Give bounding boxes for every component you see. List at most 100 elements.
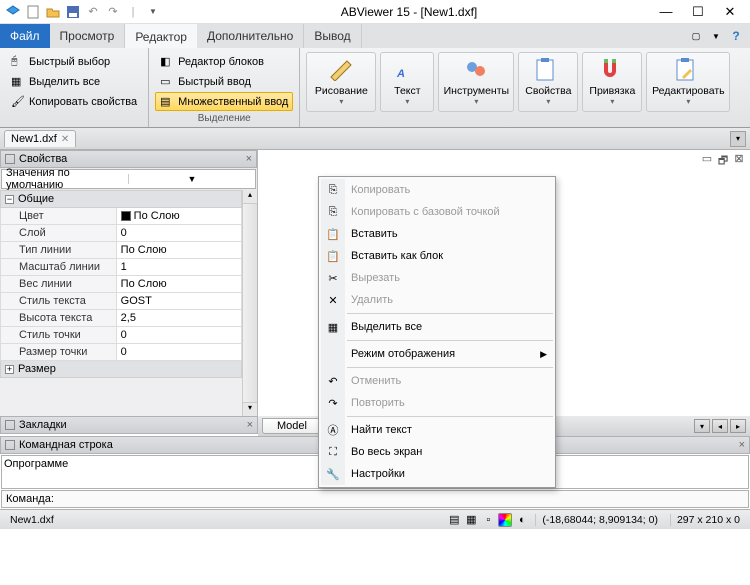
properties-panel-header[interactable]: Свойства × [0, 150, 257, 168]
status-color-icon[interactable] [498, 513, 512, 527]
combo-arrow-icon[interactable]: ▼ [128, 174, 255, 184]
prop-layer[interactable]: Слой0 [1, 225, 242, 242]
brush-icon: 🖌 [11, 95, 25, 109]
ctx-fullscreen[interactable]: ⛶Во весь экран [321, 441, 553, 463]
ctx-cut[interactable]: ✂Вырезать [321, 267, 553, 289]
canvas-max-icon[interactable]: 🗗 [716, 152, 730, 171]
edit-button[interactable]: Редактировать▾ [646, 52, 730, 112]
prop-lineweight[interactable]: Вес линииПо Слою [1, 276, 242, 293]
nav-dropdown-icon[interactable]: ▾ [694, 419, 710, 433]
prop-linetype[interactable]: Тип линииПо Слою [1, 242, 242, 259]
ctx-find-text[interactable]: ⒶНайти текст [321, 419, 553, 441]
expand-icon[interactable]: + [5, 365, 14, 374]
settings-icon: 🔧 [323, 466, 343, 482]
status-snap-icon[interactable]: ▫ [481, 513, 495, 527]
status-filename: New1.dxf [4, 514, 60, 526]
app-icon[interactable] [4, 3, 22, 21]
category-size[interactable]: +Размер [1, 361, 242, 378]
bookmarks-panel-header[interactable]: Закладки × [0, 416, 258, 434]
command-input[interactable] [58, 493, 748, 505]
save-icon[interactable] [64, 3, 82, 21]
ctx-redo[interactable]: ↷Повторить [321, 392, 553, 414]
properties-selector-combo[interactable]: Значения по умолчанию ▼ [1, 169, 256, 189]
ctx-settings[interactable]: 🔧Настройки [321, 463, 553, 485]
help-icon[interactable]: ? [728, 28, 744, 44]
quick-select-button[interactable]: 🖰Быстрый выбор [6, 52, 142, 71]
select-all-icon: ▦ [11, 75, 25, 89]
prop-pointstyle[interactable]: Стиль точки0 [1, 327, 242, 344]
ribbon-dd-icon[interactable]: ▼ [708, 28, 724, 44]
select-all-button[interactable]: ▦Выделить все [6, 72, 142, 91]
canvas-close-icon[interactable]: ⊠ [732, 152, 746, 171]
ribbon-min-icon[interactable]: ▢ [688, 28, 704, 44]
ctx-paste-block[interactable]: 📋Вставить как блок [321, 245, 553, 267]
ctx-delete[interactable]: ✕Удалить [321, 289, 553, 311]
properties-scrollbar[interactable]: ▴ ▾ [242, 190, 257, 416]
properties-selector-value: Значения по умолчанию [2, 167, 128, 191]
copy-props-button[interactable]: 🖌Копировать свойства [6, 92, 142, 111]
tab-dropdown-button[interactable]: ▾ [730, 131, 746, 147]
cut-icon: ✂ [323, 270, 343, 286]
close-button[interactable]: ✕ [716, 2, 744, 22]
prop-pointsize[interactable]: Размер точки0 [1, 344, 242, 361]
scroll-down-icon[interactable]: ▾ [243, 402, 257, 416]
props-button[interactable]: Свойства▾ [518, 52, 578, 112]
pencil-icon [327, 57, 355, 83]
multi-input-button[interactable]: ▤Множественный ввод [155, 92, 293, 111]
scroll-up-icon[interactable]: ▴ [243, 190, 257, 204]
redo-icon[interactable]: ↷ [104, 3, 122, 21]
text-a-icon: A [393, 57, 421, 83]
menu-extra[interactable]: Дополнительно [197, 24, 304, 48]
status-layers-icon[interactable]: ▤ [447, 513, 461, 527]
menu-editor[interactable]: Редактор [125, 24, 197, 48]
collapse-icon[interactable]: − [5, 195, 14, 204]
close-tab-icon[interactable]: ✕ [61, 134, 69, 145]
prop-linescale[interactable]: Масштаб линии1 [1, 259, 242, 276]
command-input-row: Команда: [1, 490, 749, 508]
status-dot-icon[interactable]: ◐ [515, 513, 529, 527]
maximize-button[interactable]: ☐ [684, 2, 712, 22]
cursor-select-icon: 🖰 [11, 55, 25, 69]
menu-view[interactable]: Просмотр [50, 24, 126, 48]
document-tab[interactable]: New1.dxf ✕ [4, 130, 76, 147]
prop-textheight[interactable]: Высота текста2,5 [1, 310, 242, 327]
properties-grid[interactable]: −Общие ЦветПо Слою Слой0 Тип линииПо Сло… [0, 190, 242, 416]
bookmarks-close-icon[interactable]: × [247, 419, 253, 431]
nav-next-icon[interactable]: ▸ [730, 419, 746, 433]
ctx-copy-base[interactable]: ⎘Копировать с базовой точкой [321, 201, 553, 223]
qat-dropdown-icon[interactable]: ▼ [144, 3, 162, 21]
ctx-select-all[interactable]: ▦Выделить все [321, 316, 553, 338]
clipboard-edit-icon [674, 57, 702, 83]
properties-close-icon[interactable]: × [246, 153, 252, 165]
category-general[interactable]: −Общие [1, 191, 242, 208]
prop-color[interactable]: ЦветПо Слою [1, 208, 242, 225]
model-tab[interactable]: Model [262, 418, 322, 434]
ctx-display-mode[interactable]: Режим отображения▶ [321, 343, 553, 365]
tools-button[interactable]: Инструменты▾ [438, 52, 514, 112]
commandline-close-icon[interactable]: × [739, 439, 745, 451]
nav-prev-icon[interactable]: ◂ [712, 419, 728, 433]
multi-input-icon: ▤ [160, 95, 174, 109]
canvas-restore-icon[interactable]: ▭ [700, 152, 714, 171]
quick-access-toolbar: ↶ ↷ | ▼ [0, 1, 166, 23]
context-menu: ⎘Копировать ⎘Копировать с базовой точкой… [318, 176, 556, 488]
ctx-undo[interactable]: ↶Отменить [321, 370, 553, 392]
quick-input-button[interactable]: ▭Быстрый ввод [155, 72, 293, 91]
delete-icon: ✕ [323, 292, 343, 308]
undo-icon[interactable]: ↶ [84, 3, 102, 21]
minimize-button[interactable]: ― [652, 2, 680, 22]
block-editor-button[interactable]: ◧Редактор блоков [155, 52, 293, 71]
snap-button[interactable]: Привязка▾ [582, 52, 642, 112]
draw-button[interactable]: Рисование▾ [306, 52, 376, 112]
ctx-copy[interactable]: ⎘Копировать [321, 179, 553, 201]
svg-text:A: A [396, 68, 405, 80]
text-button[interactable]: AТекст▾ [380, 52, 434, 112]
menu-file[interactable]: Файл [0, 24, 50, 48]
prop-textstyle[interactable]: Стиль текстаGOST [1, 293, 242, 310]
document-tab-strip: New1.dxf ✕ ▾ [0, 128, 750, 150]
open-icon[interactable] [44, 3, 62, 21]
new-icon[interactable] [24, 3, 42, 21]
menu-output[interactable]: Вывод [304, 24, 361, 48]
status-grid-icon[interactable]: ▦ [464, 513, 478, 527]
ctx-paste[interactable]: 📋Вставить [321, 223, 553, 245]
